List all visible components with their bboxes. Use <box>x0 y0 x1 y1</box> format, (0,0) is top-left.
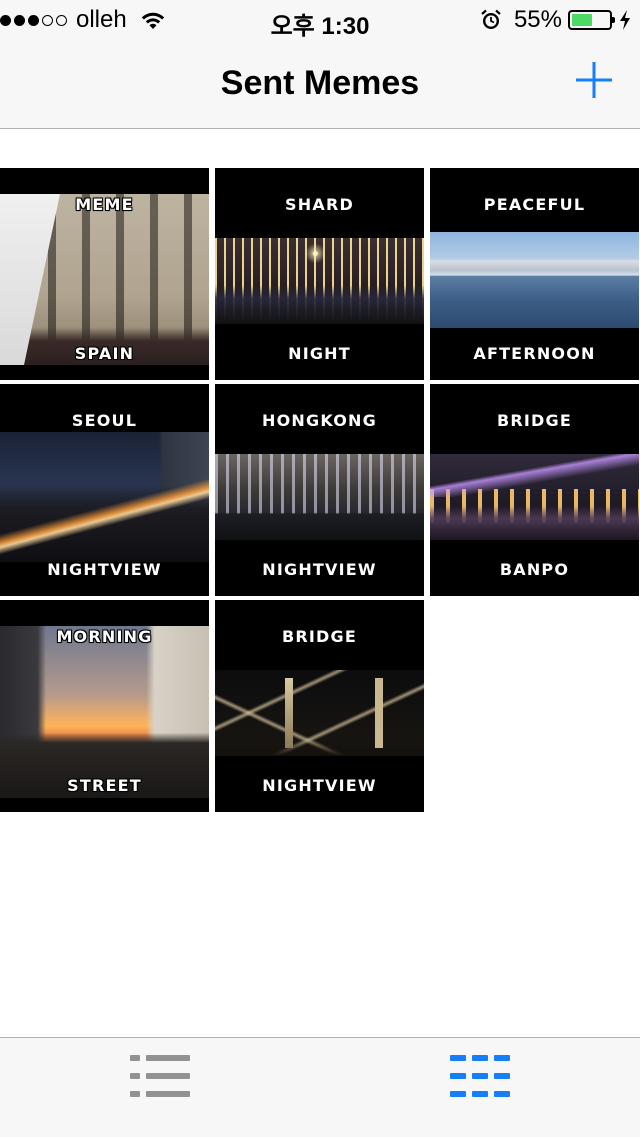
meme-top-text: MEME <box>75 195 134 214</box>
plus-icon <box>576 62 612 98</box>
meme-cell[interactable]: BRIDGE NIGHTVIEW <box>215 600 424 812</box>
meme-image <box>0 626 209 798</box>
meme-image <box>0 432 209 562</box>
meme-top-text: BRIDGE <box>281 627 357 646</box>
meme-cell[interactable]: MEME SPAIN <box>0 168 209 380</box>
meme-top-text: MORNING <box>56 627 153 646</box>
meme-top-text: PEACEFUL <box>483 195 586 214</box>
meme-bottom-text: NIGHTVIEW <box>262 776 377 795</box>
charging-bolt-icon <box>620 10 630 30</box>
meme-bottom-text: NIGHTVIEW <box>47 560 162 579</box>
meme-image <box>215 454 424 540</box>
battery-icon <box>568 10 615 30</box>
navigation-bar: Sent Memes <box>0 40 640 129</box>
meme-image <box>0 194 209 365</box>
meme-bottom-text: NIGHTVIEW <box>262 560 377 579</box>
battery-level-fill <box>572 14 592 26</box>
meme-bottom-text: SPAIN <box>74 344 135 363</box>
meme-cell[interactable]: SEOUL NIGHTVIEW <box>0 384 209 596</box>
meme-cell[interactable]: PEACEFUL AFTERNOON <box>430 168 639 380</box>
meme-image <box>215 670 424 756</box>
list-icon <box>130 1055 190 1097</box>
meme-image <box>215 238 424 324</box>
meme-cell[interactable]: SHARD NIGHT <box>215 168 424 380</box>
meme-bottom-text: NIGHT <box>288 344 351 363</box>
battery-cap <box>612 17 615 23</box>
meme-image <box>430 454 639 540</box>
meme-bottom-text: AFTERNOON <box>473 344 596 363</box>
page-title: Sent Memes <box>220 64 420 102</box>
meme-top-text: SEOUL <box>71 411 138 430</box>
meme-top-text: BRIDGE <box>496 411 572 430</box>
tab-collection-view[interactable] <box>320 1038 640 1137</box>
alarm-clock-icon <box>481 9 501 29</box>
add-meme-button[interactable] <box>570 56 618 104</box>
meme-top-text: SHARD <box>285 195 354 214</box>
meme-collection-grid: MEME SPAIN SHARD NIGHT PEACEFUL AFTERNOO… <box>0 168 640 812</box>
tab-table-view[interactable] <box>0 1038 320 1137</box>
grid-icon <box>450 1055 510 1097</box>
meme-top-text: HONGKONG <box>262 411 377 430</box>
meme-image <box>430 232 639 328</box>
status-bar: olleh 오후 1:30 55% <box>0 0 640 40</box>
status-right: 55% <box>480 6 632 34</box>
meme-cell[interactable]: MORNING STREET <box>0 600 209 812</box>
meme-bottom-text: BANPO <box>499 560 570 579</box>
battery-percentage: 55% <box>513 6 562 33</box>
meme-bottom-text: STREET <box>67 776 142 795</box>
meme-cell[interactable]: HONGKONG NIGHTVIEW <box>215 384 424 596</box>
tab-bar <box>0 1037 640 1137</box>
meme-cell[interactable]: BRIDGE BANPO <box>430 384 639 596</box>
